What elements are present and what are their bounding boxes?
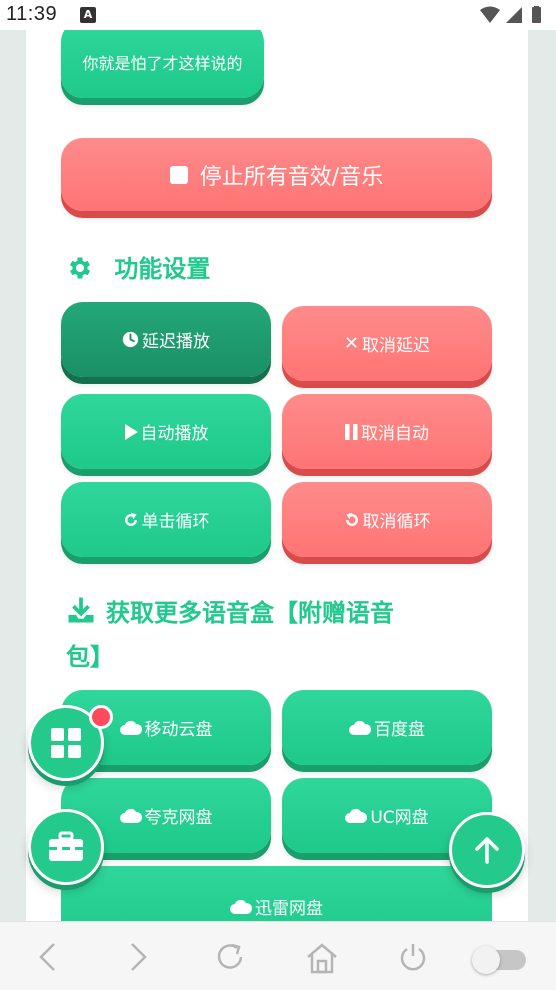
clock-icon — [122, 331, 139, 348]
pause-icon — [345, 423, 358, 440]
uc-pan-label: UC网盘 — [370, 808, 429, 828]
gear-icon — [69, 257, 91, 279]
downloads-title-line1: 获取更多语音盒【附赠语音 — [106, 599, 394, 627]
power-icon[interactable] — [398, 942, 428, 972]
forward-icon[interactable] — [126, 942, 150, 972]
battery-icon — [532, 7, 541, 23]
grid-icon — [51, 728, 81, 758]
cloud-icon — [119, 720, 142, 735]
quark-pan-label: 夸克网盘 — [144, 808, 213, 828]
cancel-loop-button[interactable]: 取消循环 — [282, 482, 492, 557]
xunlei-pan-button[interactable]: 迅雷网盘 — [61, 866, 492, 921]
cloud-icon — [230, 899, 252, 914]
main-panel: 你就是怕了才这样说的 停止所有音效/音乐 功能设置 延迟播放 ✕ 取消延迟 自动… — [26, 30, 528, 921]
stop-all-label: 停止所有音效/音乐 — [199, 164, 384, 190]
sound-button-top[interactable]: 你就是怕了才这样说的 — [61, 30, 264, 98]
play-icon — [124, 423, 138, 440]
status-bar: 11:39 A — [0, 0, 556, 30]
delay-play-label: 延迟播放 — [142, 332, 210, 352]
cancel-delay-label: 取消延迟 — [362, 336, 431, 356]
settings-title-text: 功能设置 — [114, 255, 211, 283]
downloads-title: 获取更多语音盒【附赠语音 包】 — [66, 591, 476, 679]
click-loop-button[interactable]: 单击循环 — [61, 482, 271, 557]
baidu-pan-label: 百度盘 — [374, 720, 425, 740]
toggle-knob — [472, 946, 500, 974]
toolbox-icon — [49, 831, 83, 861]
stop-all-button[interactable]: 停止所有音效/音乐 — [61, 138, 492, 211]
close-icon: ✕ — [343, 333, 360, 354]
signal-icon — [506, 7, 522, 23]
toggle-switch[interactable] — [472, 946, 526, 974]
cloud-icon — [345, 808, 368, 823]
delay-play-button[interactable]: 延迟播放 — [61, 302, 271, 377]
cancel-delay-button[interactable]: ✕ 取消延迟 — [282, 306, 492, 381]
auto-play-label: 自动播放 — [140, 424, 209, 444]
arrow-up-icon — [475, 837, 499, 864]
system-status-icons — [480, 6, 541, 23]
wifi-icon — [480, 6, 500, 23]
mobile-cloud-label: 移动云盘 — [144, 720, 213, 740]
cloud-icon — [349, 720, 371, 735]
toolbox-fab[interactable] — [28, 809, 104, 885]
sound-button-label: 你就是怕了才这样说的 — [82, 54, 243, 73]
undo-icon — [345, 512, 358, 526]
redo-icon — [124, 512, 137, 526]
browser-toolbar — [0, 921, 556, 990]
auto-play-button[interactable]: 自动播放 — [61, 394, 271, 469]
notification-a-icon: A — [80, 7, 96, 23]
baidu-pan-button[interactable]: 百度盘 — [282, 690, 492, 765]
cloud-icon — [119, 808, 142, 823]
refresh-icon[interactable] — [215, 942, 247, 972]
notification-badge — [89, 705, 113, 729]
cancel-auto-label: 取消自动 — [361, 424, 429, 444]
home-icon[interactable] — [305, 942, 339, 974]
settings-title: 功能设置 — [66, 247, 210, 291]
cancel-auto-button[interactable]: 取消自动 — [282, 394, 492, 469]
stop-icon — [169, 165, 188, 184]
back-icon[interactable] — [36, 942, 60, 972]
downloads-title-line2: 包】 — [66, 643, 114, 671]
xunlei-pan-label: 迅雷网盘 — [255, 898, 323, 919]
status-time: 11:39 — [6, 3, 58, 25]
click-loop-label: 单击循环 — [141, 512, 210, 532]
download-icon — [68, 597, 94, 623]
cancel-loop-label: 取消循环 — [362, 512, 431, 532]
scroll-top-fab[interactable] — [449, 812, 525, 888]
